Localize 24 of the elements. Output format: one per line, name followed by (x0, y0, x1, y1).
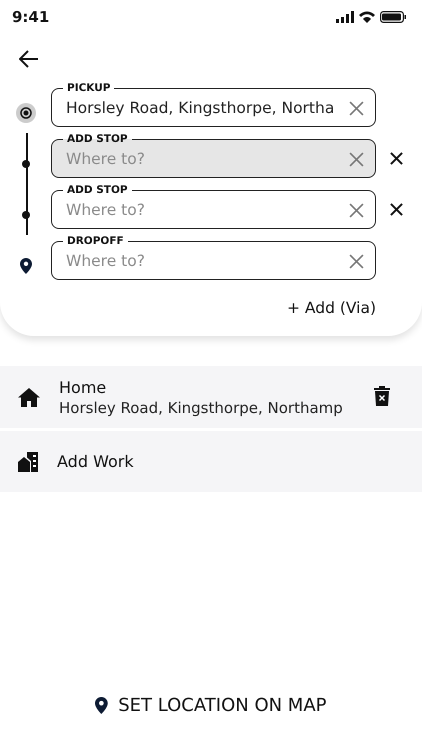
close-icon (390, 152, 402, 164)
place-title: Add Work (57, 452, 135, 471)
saved-place-item[interactable]: Add Work (0, 431, 422, 492)
status-time: 9:41 (12, 8, 50, 26)
clear-icon (348, 254, 364, 268)
battery-icon (380, 11, 406, 23)
location-pin-icon (95, 697, 108, 714)
close-icon (390, 202, 402, 216)
clear-icon (348, 100, 364, 116)
pickup-icon (16, 102, 36, 122)
place-address: Horsley Road, Kingsthorpe, Northamp (59, 398, 344, 416)
set-location-button[interactable]: SET LOCATION ON MAP (95, 695, 326, 716)
location-pin-icon (20, 258, 32, 274)
clear-icon (348, 202, 364, 218)
clear-icon (348, 152, 364, 166)
add-via-button[interactable]: + Add (Via) (286, 299, 376, 317)
delete-icon[interactable] (372, 386, 392, 408)
signal-icon (336, 11, 354, 23)
wifi-icon (359, 11, 375, 23)
home-icon (18, 388, 40, 406)
place-title: Home (59, 378, 108, 396)
saved-place-item[interactable]: Home Horsley Road, Kingsthorpe, Northamp (0, 366, 422, 428)
building-icon (18, 452, 38, 472)
back-arrow-icon (19, 50, 39, 68)
